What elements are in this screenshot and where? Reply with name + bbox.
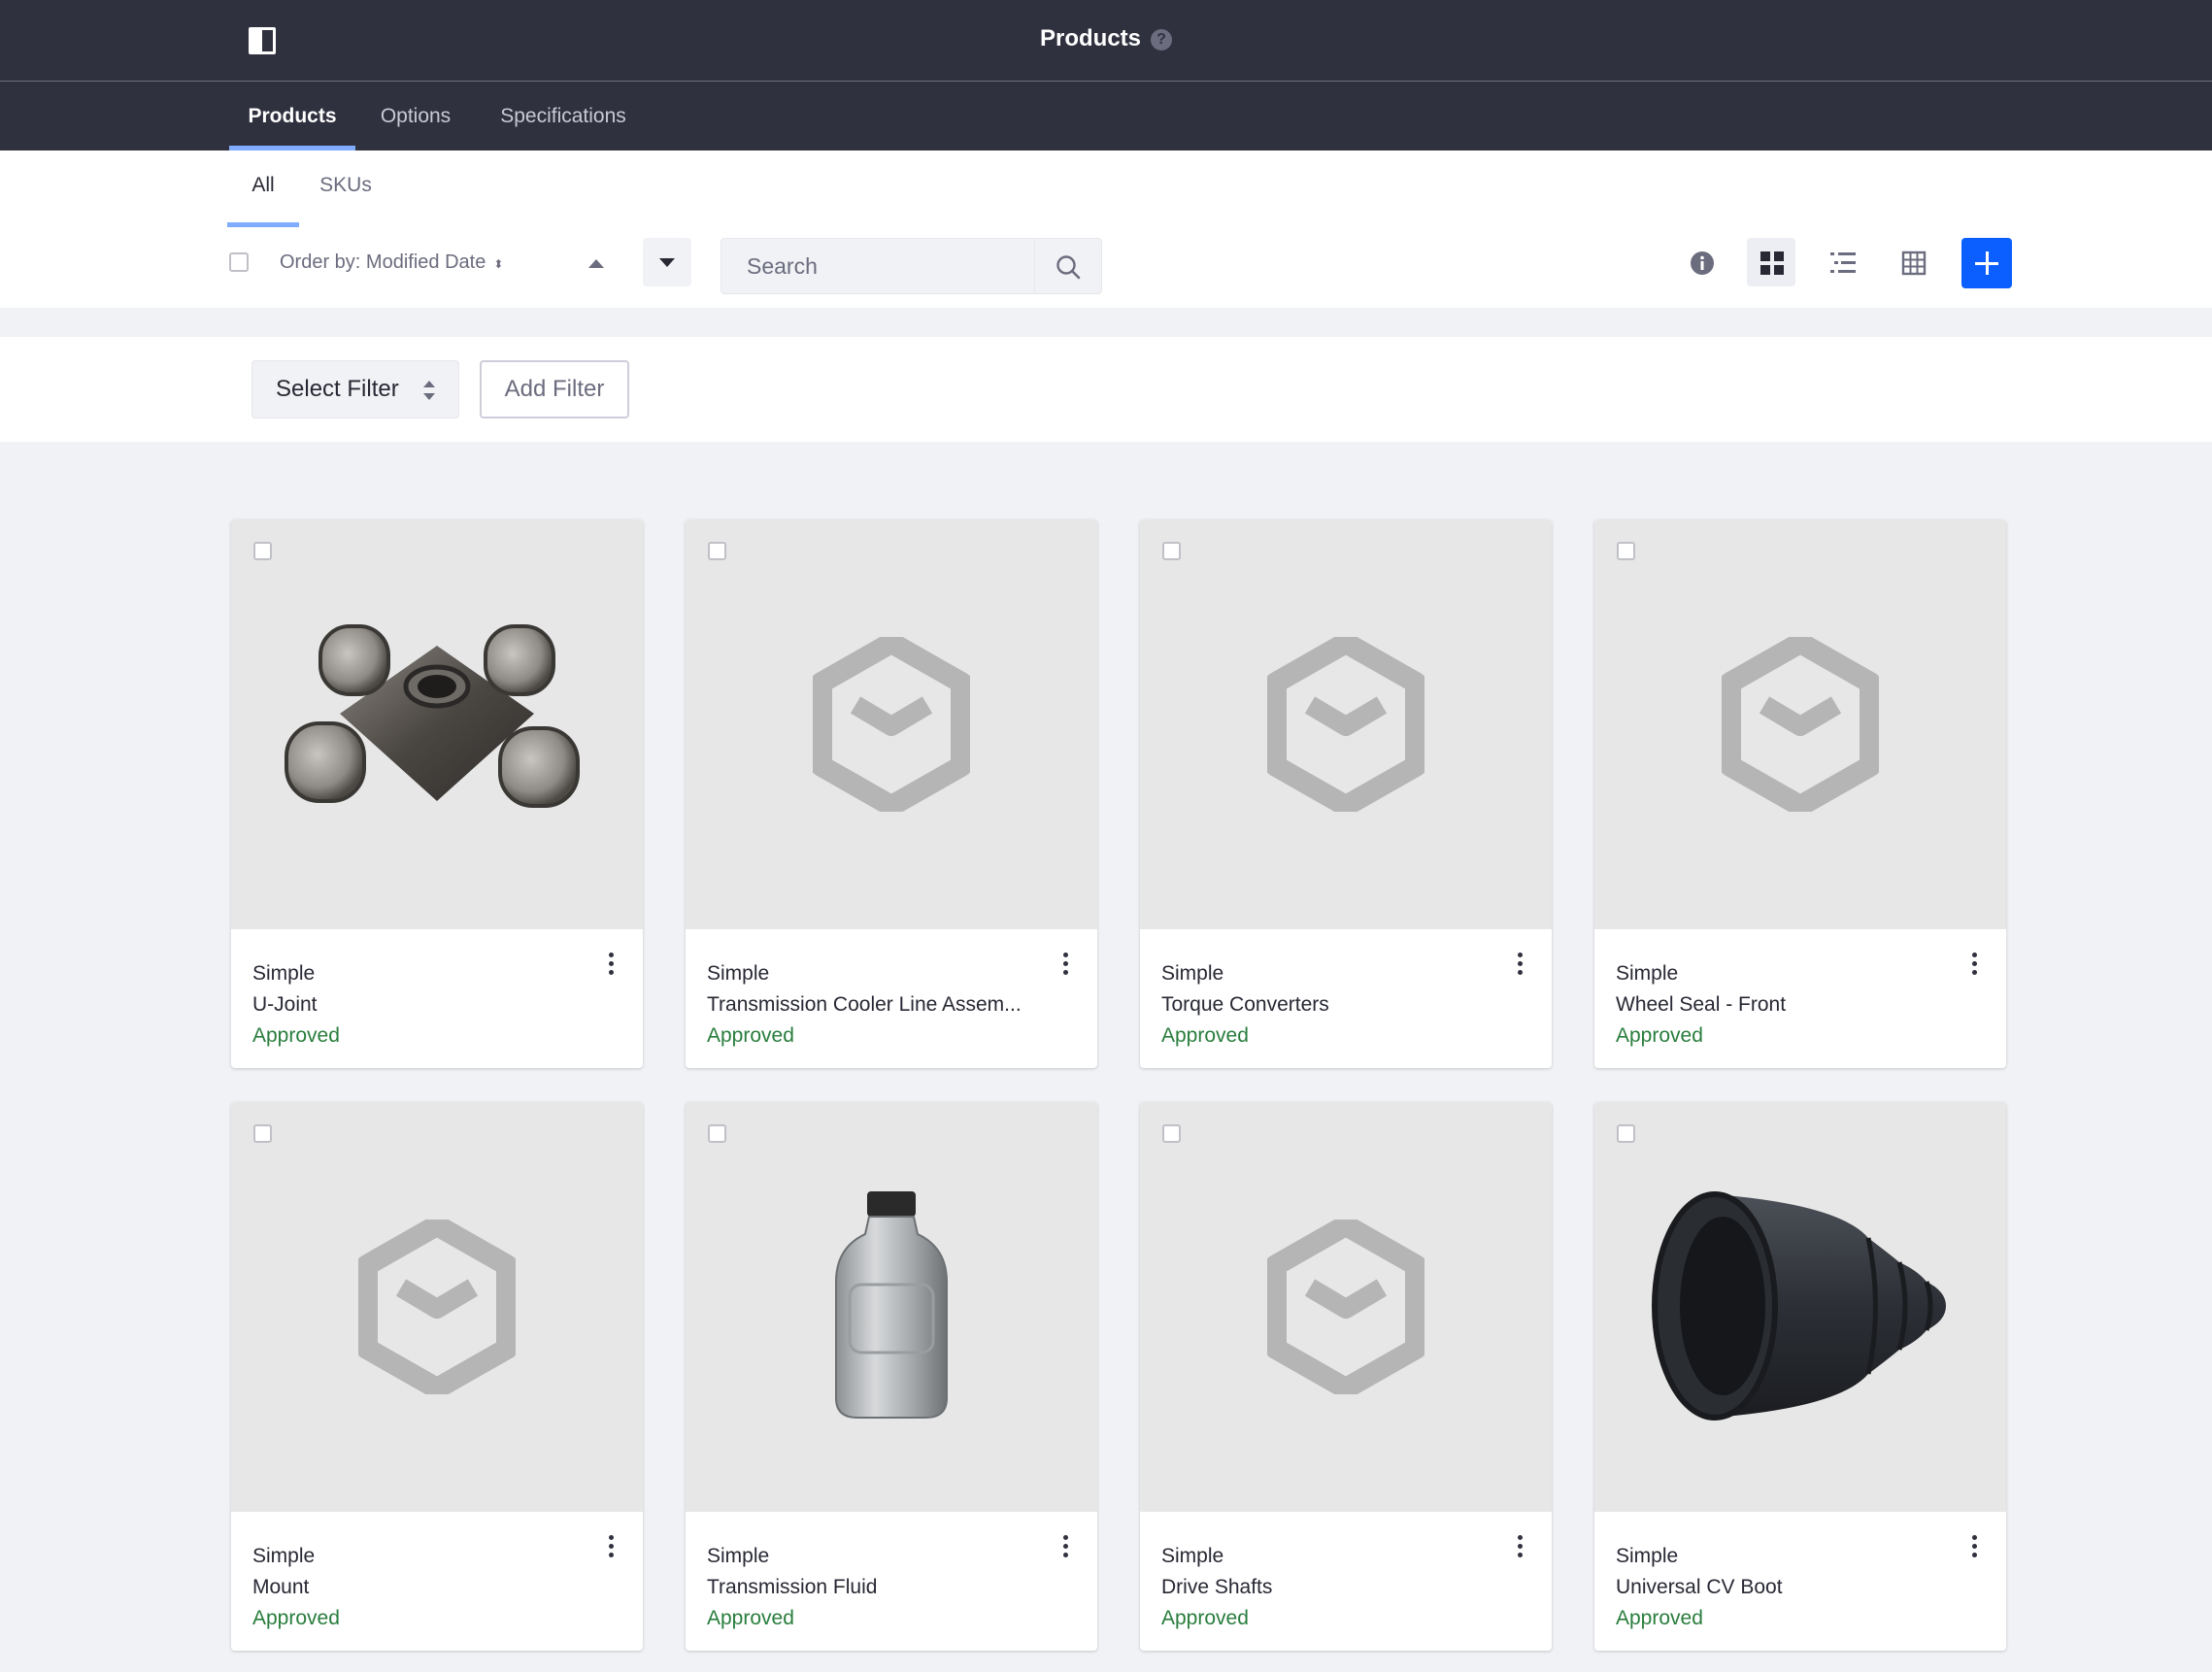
- kebab-menu-icon[interactable]: [1060, 1535, 1070, 1564]
- tab-skus-label: SKUs: [319, 174, 372, 196]
- kebab-menu-icon[interactable]: [1060, 953, 1070, 982]
- product-placeholder-icon: [358, 1220, 516, 1394]
- search-icon[interactable]: [1056, 254, 1081, 280]
- kebab-menu-icon[interactable]: [1969, 953, 1979, 982]
- card-select-checkbox[interactable]: [1617, 542, 1635, 560]
- product-image[interactable]: [686, 1102, 1097, 1512]
- main-nav: Products Options Specifications: [0, 82, 2212, 150]
- add-icon[interactable]: [1961, 238, 2012, 288]
- product-name: Transmission Cooler Line Assem...: [707, 993, 1022, 1016]
- product-name: Torque Converters: [1161, 993, 1329, 1016]
- product-card[interactable]: Simple Drive Shafts Approved: [1140, 1102, 1552, 1651]
- cv-boot-image: [1652, 1191, 1946, 1421]
- product-name: Mount: [252, 1576, 310, 1598]
- product-placeholder-icon: [1267, 637, 1424, 812]
- tab-products[interactable]: Products: [229, 82, 355, 150]
- product-image[interactable]: [1594, 1102, 2006, 1512]
- product-name: Drive Shafts: [1161, 1576, 1273, 1598]
- card-select-checkbox[interactable]: [253, 542, 272, 560]
- tab-skus[interactable]: SKUs: [317, 174, 375, 218]
- kebab-menu-icon[interactable]: [606, 953, 616, 982]
- product-name: Wheel Seal - Front: [1616, 993, 1787, 1016]
- product-type: Simple: [707, 1545, 770, 1567]
- product-name: Universal CV Boot: [1616, 1576, 1783, 1598]
- order-by-dropdown[interactable]: Order by: Modified Date ⬍: [280, 251, 503, 274]
- order-by-label: Order by: Modified Date: [280, 251, 486, 273]
- page-title-text: Products: [1039, 25, 1141, 51]
- product-placeholder-icon: [1722, 637, 1879, 812]
- kebab-menu-icon[interactable]: [1515, 1535, 1525, 1564]
- status-label: Approved: [707, 1024, 794, 1047]
- product-type: Simple: [252, 1545, 316, 1567]
- product-image[interactable]: [686, 519, 1097, 929]
- card-select-checkbox[interactable]: [1162, 542, 1181, 560]
- top-bar: Products?: [0, 0, 2212, 82]
- product-card[interactable]: Simple Transmission Fluid Approved: [686, 1102, 1097, 1651]
- status-label: Approved: [1616, 1024, 1703, 1047]
- product-image[interactable]: [1140, 1102, 1552, 1512]
- product-type: Simple: [1161, 962, 1224, 985]
- card-select-checkbox[interactable]: [708, 542, 726, 560]
- status-label: Approved: [1616, 1607, 1703, 1629]
- product-name: Transmission Fluid: [707, 1576, 878, 1598]
- product-name: U-Joint: [252, 993, 318, 1016]
- tab-specifications[interactable]: Specifications: [486, 82, 641, 150]
- product-card[interactable]: Simple Torque Converters Approved: [1140, 519, 1552, 1068]
- kebab-menu-icon[interactable]: [1515, 953, 1525, 982]
- status-label: Approved: [1161, 1607, 1249, 1629]
- management-toolbar: All SKUs Order by: Modified Date ⬍: [0, 150, 2212, 308]
- help-icon[interactable]: ?: [1151, 29, 1172, 50]
- fluid-bottle-image: [835, 1191, 948, 1419]
- kebab-menu-icon[interactable]: [606, 1535, 616, 1564]
- status-label: Approved: [252, 1607, 340, 1629]
- select-all-checkbox[interactable]: [229, 252, 249, 272]
- search-input[interactable]: [721, 239, 1032, 293]
- status-label: Approved: [252, 1024, 340, 1047]
- product-card[interactable]: Simple Mount Approved: [231, 1102, 643, 1651]
- divider-strip: [0, 308, 2212, 337]
- u-joint-image: [285, 624, 580, 808]
- sort-descending-button[interactable]: [643, 238, 691, 286]
- select-filter-dropdown[interactable]: Select Filter: [251, 360, 459, 418]
- add-filter-button[interactable]: Add Filter: [480, 360, 629, 418]
- table-view-icon[interactable]: [1889, 238, 1937, 286]
- product-type: Simple: [1161, 1545, 1224, 1567]
- product-image[interactable]: [1140, 519, 1552, 929]
- product-image[interactable]: [231, 1102, 643, 1512]
- product-placeholder-icon: [813, 637, 970, 812]
- search-divider: [1034, 239, 1035, 293]
- info-icon[interactable]: [1677, 238, 1726, 286]
- product-card[interactable]: Simple Transmission Cooler Line Assem... A…: [686, 519, 1097, 1068]
- select-caret-icon: [423, 381, 435, 400]
- status-label: Approved: [707, 1607, 794, 1629]
- product-image[interactable]: [231, 519, 643, 929]
- product-type: Simple: [1616, 962, 1679, 985]
- kebab-menu-icon[interactable]: [1969, 1535, 1979, 1564]
- card-select-checkbox[interactable]: [253, 1124, 272, 1143]
- order-caret-icon: ⬍: [493, 257, 504, 271]
- card-select-checkbox[interactable]: [1162, 1124, 1181, 1143]
- product-image[interactable]: [1594, 519, 2006, 929]
- cards-view-icon[interactable]: [1747, 238, 1795, 286]
- status-label: Approved: [1161, 1024, 1249, 1047]
- list-view-icon[interactable]: [1818, 238, 1866, 286]
- product-card[interactable]: Simple Universal CV Boot Approved: [1594, 1102, 2006, 1651]
- product-type: Simple: [252, 962, 316, 985]
- sort-ascending-icon[interactable]: [588, 259, 604, 268]
- product-type: Simple: [707, 962, 770, 985]
- product-card[interactable]: Simple U-Joint Approved: [231, 519, 643, 1068]
- tab-options[interactable]: Options: [367, 82, 464, 150]
- search-box: [721, 238, 1102, 294]
- tab-all[interactable]: All: [227, 174, 299, 227]
- select-filter-label: Select Filter: [276, 376, 399, 402]
- card-select-checkbox[interactable]: [1617, 1124, 1635, 1143]
- product-card[interactable]: Simple Wheel Seal - Front Approved: [1594, 519, 2006, 1068]
- filter-bar: Select Filter Add Filter: [0, 337, 2212, 442]
- card-select-checkbox[interactable]: [708, 1124, 726, 1143]
- product-placeholder-icon: [1267, 1220, 1424, 1394]
- tab-all-label: All: [251, 174, 275, 196]
- product-type: Simple: [1616, 1545, 1679, 1567]
- page-title: Products?: [0, 25, 2212, 52]
